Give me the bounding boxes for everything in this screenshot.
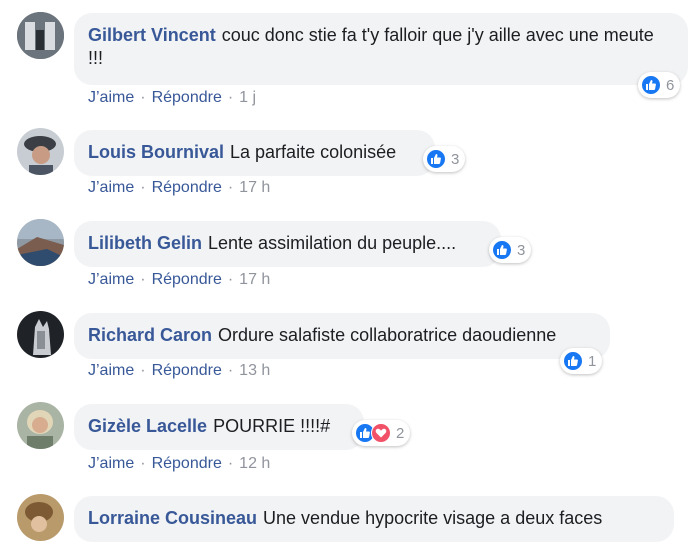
timestamp[interactable]: 17 h bbox=[239, 271, 270, 288]
avatar-icon bbox=[17, 311, 64, 358]
comment-author[interactable]: Gilbert Vincent bbox=[88, 25, 216, 45]
reaction-count: 6 bbox=[666, 76, 675, 94]
separator: · bbox=[227, 89, 234, 106]
reaction-count: 3 bbox=[517, 241, 526, 259]
separator: · bbox=[227, 362, 234, 379]
reaction-summary[interactable]: 2 bbox=[352, 420, 411, 446]
reply-link[interactable]: Répondre bbox=[152, 362, 222, 379]
reaction-summary[interactable]: 3 bbox=[423, 146, 466, 172]
comment-author[interactable]: Louis Bournival bbox=[88, 142, 224, 162]
reaction-count: 3 bbox=[451, 150, 460, 168]
separator: · bbox=[227, 271, 234, 288]
comment-bubble: Gilbert Vincent couc donc stie fa t'y fal… bbox=[74, 13, 688, 85]
avatar[interactable] bbox=[17, 128, 64, 175]
comment-text: Lente assimilation du peuple.... bbox=[208, 233, 457, 253]
thumbs-up-icon bbox=[641, 75, 661, 95]
thumbs-up-icon bbox=[563, 351, 583, 371]
avatar[interactable] bbox=[17, 311, 64, 358]
reply-link[interactable]: Répondre bbox=[152, 271, 222, 288]
reaction-count: 2 bbox=[396, 424, 405, 442]
separator: · bbox=[140, 455, 146, 472]
comment-author[interactable]: Lorraine Cousineau bbox=[88, 508, 257, 528]
comment-bubble: Richard Caron Ordure salafiste collaborat… bbox=[74, 313, 610, 359]
thumbs-up-icon bbox=[426, 149, 446, 169]
comment-author[interactable]: Richard Caron bbox=[88, 325, 212, 345]
heart-icon bbox=[371, 423, 391, 443]
avatar-icon bbox=[17, 402, 64, 449]
avatar[interactable] bbox=[17, 219, 64, 266]
reply-link[interactable]: Répondre bbox=[152, 89, 222, 106]
like-link[interactable]: J’aime bbox=[88, 271, 134, 288]
timestamp[interactable]: 17 h bbox=[239, 179, 270, 196]
comment-actions: J’aime · Répondre · 1 j bbox=[88, 89, 256, 107]
avatar-icon bbox=[17, 494, 64, 541]
separator: · bbox=[227, 179, 234, 196]
comment-actions: J’aime · Répondre · 13 h bbox=[88, 362, 270, 380]
like-link[interactable]: J’aime bbox=[88, 89, 134, 106]
comment-text: La parfaite colonisée bbox=[230, 142, 397, 162]
avatar-icon bbox=[17, 12, 64, 59]
avatar-icon bbox=[17, 219, 64, 266]
reaction-summary[interactable]: 3 bbox=[489, 237, 532, 263]
separator: · bbox=[140, 179, 146, 196]
comment-actions: J’aime · Répondre · 17 h bbox=[88, 271, 270, 289]
comment-text: Ordure salafiste collaboratrice daoudien… bbox=[218, 325, 557, 345]
like-link[interactable]: J’aime bbox=[88, 455, 134, 472]
like-link[interactable]: J’aime bbox=[88, 179, 134, 196]
reaction-summary[interactable]: 1 bbox=[560, 348, 603, 374]
comment-bubble: Gizèle Lacelle POURRIE !!!!# bbox=[74, 404, 364, 450]
comment-author[interactable]: Lilibeth Gelin bbox=[88, 233, 202, 253]
comment-text: Une vendue hypocrite visage a deux faces bbox=[263, 508, 603, 528]
timestamp[interactable]: 13 h bbox=[239, 362, 270, 379]
reply-link[interactable]: Répondre bbox=[152, 455, 222, 472]
avatar[interactable] bbox=[17, 12, 64, 59]
comment-bubble: Lorraine Cousineau Une vendue hypocrite v… bbox=[74, 496, 674, 542]
separator: · bbox=[140, 89, 146, 106]
avatar[interactable] bbox=[17, 494, 64, 541]
comment-author[interactable]: Gizèle Lacelle bbox=[88, 416, 207, 436]
separator: · bbox=[227, 455, 234, 472]
comment-bubble: Louis Bournival La parfaite colonisée bbox=[74, 130, 435, 176]
avatar-icon bbox=[17, 128, 64, 175]
thumbs-up-icon bbox=[492, 240, 512, 260]
comment-bubble: Lilibeth Gelin Lente assimilation du peup… bbox=[74, 221, 501, 267]
reaction-summary[interactable]: 6 bbox=[638, 72, 681, 98]
reaction-count: 1 bbox=[588, 352, 597, 370]
reply-link[interactable]: Répondre bbox=[152, 179, 222, 196]
comment-text: POURRIE !!!!# bbox=[213, 416, 331, 436]
like-link[interactable]: J’aime bbox=[88, 362, 134, 379]
timestamp[interactable]: 12 h bbox=[239, 455, 270, 472]
separator: · bbox=[140, 362, 146, 379]
avatar[interactable] bbox=[17, 402, 64, 449]
separator: · bbox=[140, 271, 146, 288]
comment-actions: J’aime · Répondre · 12 h bbox=[88, 455, 270, 473]
comment-actions: J’aime · Répondre · 17 h bbox=[88, 179, 270, 197]
timestamp[interactable]: 1 j bbox=[239, 89, 256, 106]
